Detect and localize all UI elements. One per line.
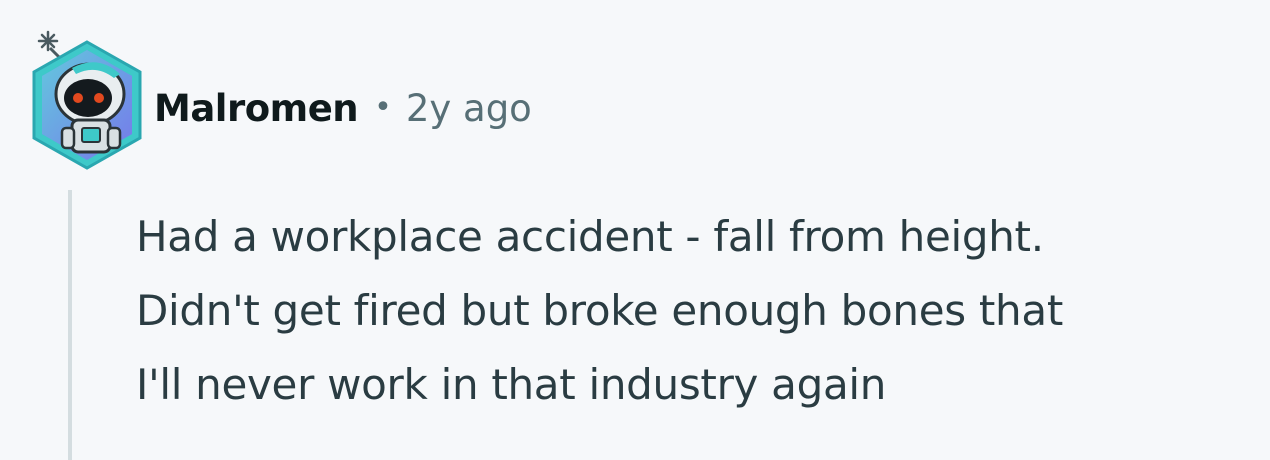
comment: Malromen • 2y ago Had a workplace accide…	[0, 0, 1270, 460]
author-username[interactable]: Malromen	[154, 87, 359, 130]
comment-body-line: Didn't get fired but broke enough bones …	[136, 286, 1063, 335]
comment-body: Had a workplace accident - fall from hei…	[136, 200, 1266, 422]
thread-line[interactable]	[68, 190, 72, 460]
comment-body-line: I'll never work in that industry again	[136, 360, 887, 409]
comment-body-line: Had a workplace accident - fall from hei…	[136, 212, 1044, 261]
comment-header: Malromen • 2y ago	[154, 82, 532, 134]
meta-separator: •	[374, 90, 392, 125]
comment-timestamp[interactable]: 2y ago	[406, 87, 532, 130]
user-avatar[interactable]	[28, 28, 146, 170]
robot-avatar-icon	[32, 30, 142, 170]
